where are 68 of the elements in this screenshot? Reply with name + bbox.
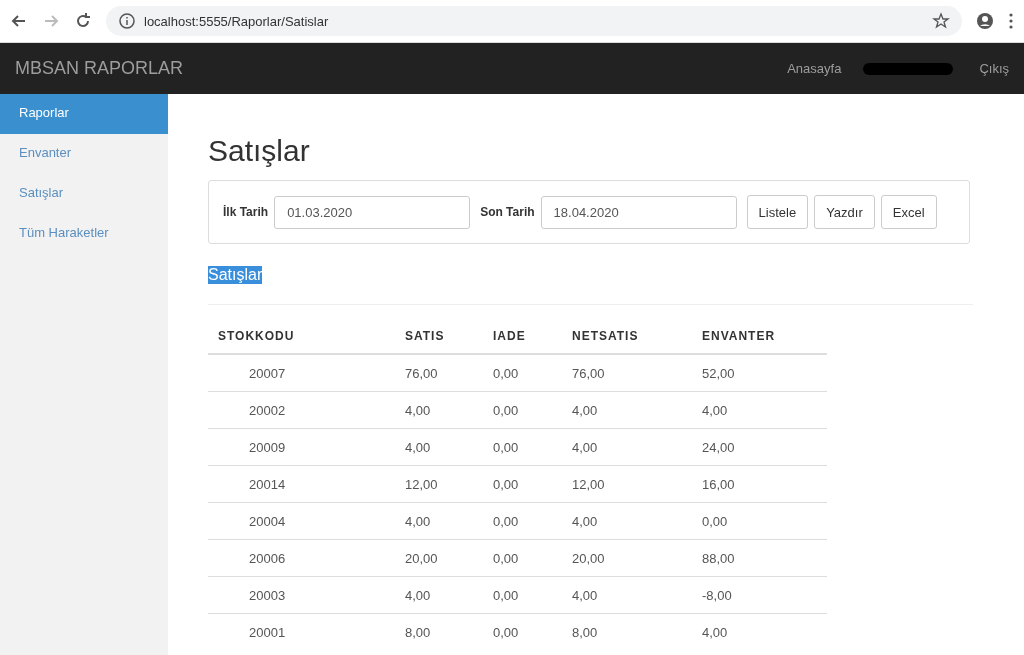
table-cell: 20014 [208,465,395,503]
table-cell: 4,00 [562,502,692,540]
end-date-label: Son Tarih [480,205,535,219]
table-cell: 20009 [208,428,395,466]
table-cell: 16,00 [692,465,827,503]
column-header: NETSATIS [562,329,692,354]
table-cell: 4,00 [562,576,692,614]
table-cell: 76,00 [395,354,483,392]
table-cell: 20007 [208,354,395,392]
sidebar-item[interactable]: Envanter [0,134,168,174]
logout-link[interactable]: Çıkış [979,61,1009,76]
table-cell: 4,00 [395,391,483,429]
table-cell: 0,00 [483,502,562,540]
table-cell: 4,00 [692,613,827,650]
table-cell: 12,00 [562,465,692,503]
table-cell: 0,00 [483,354,562,392]
table-cell: -8,00 [692,576,827,614]
menu-icon[interactable] [1008,12,1014,30]
print-button[interactable]: Yazdır [814,195,875,229]
table-cell: 4,00 [395,428,483,466]
table-cell: 0,00 [483,428,562,466]
start-date-label: İlk Tarih [223,205,269,219]
table-cell: 4,00 [562,428,692,466]
column-header: SATIS [395,329,483,354]
sidebar-item[interactable]: Satışlar [0,174,168,214]
column-header: ENVANTER [692,329,827,354]
info-icon[interactable] [118,12,136,30]
excel-button[interactable]: Excel [880,195,937,229]
section-title: Satışlar [208,266,263,284]
table-cell: 52,00 [692,354,827,392]
address-bar[interactable]: localhost:5555/Raporlar/Satislar [106,6,962,36]
sidebar-item[interactable]: Raporlar [0,94,168,134]
table-cell: 20,00 [395,539,483,577]
account-icon[interactable] [976,12,994,30]
table-cell: 20004 [208,502,395,540]
table-cell: 8,00 [562,613,692,650]
url-text: localhost:5555/Raporlar/Satislar [144,13,329,29]
table-cell: 0,00 [483,613,562,650]
star-icon[interactable] [932,12,950,30]
table-cell: 20,00 [562,539,692,577]
table-cell: 0,00 [483,539,562,577]
table-cell: 4,00 [692,391,827,429]
page-title: Satışlar [208,134,311,168]
reload-icon[interactable] [74,12,92,30]
column-header: STOKKODU [208,329,395,354]
table-cell: 0,00 [483,465,562,503]
table-cell: 0,00 [692,502,827,540]
brand-title[interactable]: MBSAN RAPORLAR [15,58,788,79]
table-cell: 0,00 [483,576,562,614]
table-cell: 4,00 [395,576,483,614]
home-link[interactable]: Anasayfa [787,61,842,76]
column-header: IADE [483,329,562,354]
table-cell: 8,00 [395,613,483,650]
table-cell: 76,00 [562,354,692,392]
sidebar-item[interactable]: Tüm Haraketler [0,214,168,254]
table-cell: 12,00 [395,465,483,503]
start-date-field[interactable]: 01.03.2020 [274,195,471,229]
table-cell: 20006 [208,539,395,577]
table-cell: 0,00 [483,391,562,429]
table-cell: 4,00 [562,391,692,429]
table-cell: 24,00 [692,428,827,466]
list-button[interactable]: Listele [746,195,809,229]
table-cell: 88,00 [692,539,827,577]
table-cell: 4,00 [395,502,483,540]
end-date-field[interactable]: 18.04.2020 [540,195,737,229]
table-cell: 20002 [208,391,395,429]
table-cell: 20003 [208,576,395,614]
table-cell: 20001 [208,613,395,650]
